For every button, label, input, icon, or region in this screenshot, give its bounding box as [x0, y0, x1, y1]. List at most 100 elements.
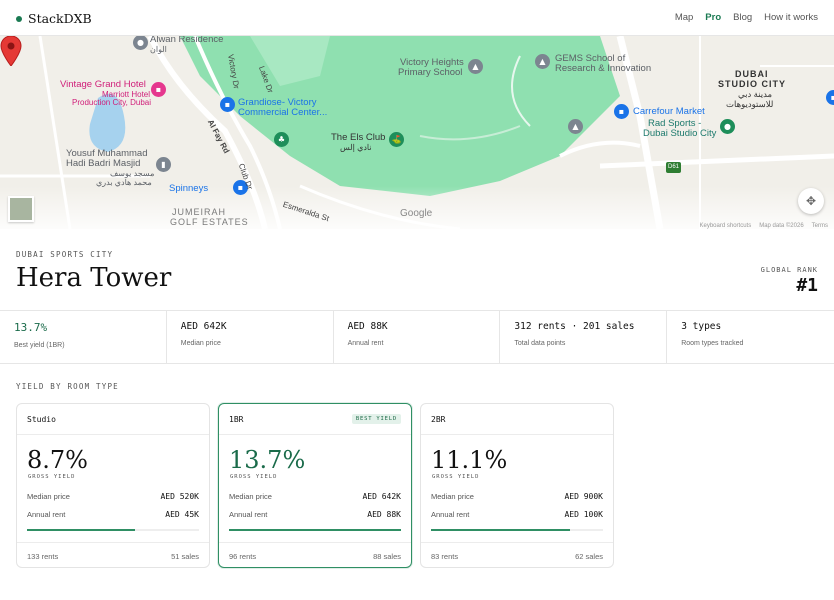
map-label-els-club-ar: نادي إلس: [340, 143, 372, 152]
rad-sports-pin-icon[interactable]: ●: [720, 119, 735, 134]
annual-rent-label: Annual rent: [27, 510, 66, 519]
room-type-label: 2BR: [431, 415, 446, 424]
annual-rent-row: Annual rent AED 45K: [27, 510, 199, 519]
carrefour-pin-icon[interactable]: ▪: [614, 104, 629, 119]
sales-count: 62 sales: [575, 552, 603, 561]
map-view[interactable]: ● ▪ ▪ ▲ ▲ ♣ ⛳ ▪ ▲ ● ▮ ▪ ▪ Alwan Residenc…: [0, 36, 834, 229]
page-title: Hera Tower: [16, 263, 172, 293]
brand-name: StackDXB: [28, 11, 92, 26]
stat-room-types: 3 types Room types tracked: [667, 311, 834, 363]
brand-logo[interactable]: StackDXB: [16, 11, 92, 26]
school-pin-2-icon[interactable]: ▲: [568, 119, 583, 134]
card-header: 2BR: [421, 404, 613, 435]
terms-link[interactable]: Terms: [812, 223, 828, 229]
room-type-label: Studio: [27, 415, 56, 424]
median-price-row: Median price AED 520K: [27, 492, 199, 501]
map-label-yousuf-ar-2: محمد هادي بدري: [96, 178, 152, 187]
sales-count: 88 sales: [373, 552, 401, 561]
median-price-value: AED 900K: [564, 492, 603, 501]
median-price-label: Median price: [27, 492, 70, 501]
yield-bar-fill: [431, 529, 571, 531]
stat-label: Best yield (1BR): [14, 342, 65, 349]
card-header: 1BR BEST YIELD: [219, 404, 411, 435]
median-price-value: AED 642K: [362, 492, 401, 501]
annual-rent-value: AED 45K: [165, 510, 199, 519]
gross-yield-value: 13.7%: [229, 446, 306, 474]
stats-strip: 13.7% Best yield (1BR) AED 642K Median p…: [0, 310, 834, 364]
map-label-gems-2: Research & Innovation: [555, 63, 652, 74]
nav-link-map[interactable]: Map: [675, 12, 693, 23]
stat-annual-rent: AED 88K Annual rent: [334, 311, 501, 363]
room-type-cards: Studio 8.7% GROSS YIELD Median price AED…: [16, 403, 614, 568]
card-header: Studio: [17, 404, 209, 435]
keyboard-shortcuts-link[interactable]: Keyboard shortcuts: [700, 223, 752, 229]
map-label-victory-2: Primary School: [398, 67, 463, 78]
property-area: DUBAI SPORTS CITY: [16, 250, 114, 259]
els-club-pin-icon[interactable]: ⛳: [389, 132, 404, 147]
annual-rent-label: Annual rent: [431, 510, 470, 519]
yield-bar-fill: [229, 529, 401, 531]
stat-median-price: AED 642K Median price: [167, 311, 334, 363]
top-navigation-bar: StackDXB Map Pro Blog How it works: [0, 0, 834, 36]
google-logo: Google: [400, 208, 433, 219]
school-pin-icon[interactable]: ▲: [468, 59, 483, 74]
room-card-2br[interactable]: 2BR 11.1% GROSS YIELD Median price AED 9…: [420, 403, 614, 568]
median-price-label: Median price: [431, 492, 474, 501]
map-label-alwan-ar: الوان: [150, 45, 167, 54]
property-location-marker-icon[interactable]: [0, 36, 22, 66]
room-type-label: 1BR: [229, 415, 244, 424]
annual-rent-row: Annual rent AED 100K: [431, 510, 603, 519]
rents-count: 96 rents: [229, 552, 257, 561]
map-pan-control-icon[interactable]: ✥: [798, 188, 824, 214]
yield-bar: [431, 529, 603, 531]
shopping-pin-icon[interactable]: ▪: [220, 97, 235, 112]
hotel-pin-icon[interactable]: ▪: [151, 82, 166, 97]
nav-link-blog[interactable]: Blog: [733, 12, 752, 23]
stat-value: 312 rents · 201 sales: [514, 321, 635, 332]
global-rank-label: GLOBAL RANK: [760, 266, 818, 274]
stat-label: Room types tracked: [681, 340, 744, 347]
map-label-carrefour: Carrefour Market: [633, 106, 705, 117]
stat-value: AED 642K: [180, 321, 227, 332]
yield-bar-fill: [27, 529, 136, 531]
park-pin-icon[interactable]: ♣: [274, 132, 289, 147]
stat-value: 3 types: [681, 321, 722, 332]
gems-school-pin-icon[interactable]: ▲: [535, 54, 550, 69]
map-road-d61-shield: D61: [666, 162, 682, 173]
gross-yield-value: 8.7%: [27, 446, 88, 474]
nav-link-pro[interactable]: Pro: [705, 12, 721, 23]
rents-count: 83 rents: [431, 552, 459, 561]
room-card-1br[interactable]: 1BR BEST YIELD 13.7% GROSS YIELD Median …: [218, 403, 412, 568]
map-label-marriott-2: Production City, Dubai: [72, 98, 151, 107]
gross-yield-value: 11.1%: [431, 446, 508, 474]
room-card-studio[interactable]: Studio 8.7% GROSS YIELD Median price AED…: [16, 403, 210, 568]
stat-best-yield: 13.7% Best yield (1BR): [0, 311, 167, 363]
brand-dot-icon: [16, 15, 22, 22]
stat-label: Total data points: [514, 340, 566, 347]
stat-label: Annual rent: [347, 340, 384, 347]
edge-pin-icon[interactable]: ▪: [826, 90, 834, 105]
yield-bar: [27, 529, 199, 531]
section-heading-yield: YIELD BY ROOM TYPE: [16, 382, 119, 391]
sales-count: 51 sales: [171, 552, 199, 561]
median-price-value: AED 520K: [160, 492, 199, 501]
map-layer-toggle-thumbnail[interactable]: [8, 196, 34, 222]
map-label-grandiose-2: Commercial Center...: [238, 107, 328, 118]
annual-rent-value: AED 88K: [367, 510, 401, 519]
map-data-attribution: Map data ©2026: [759, 223, 804, 229]
gross-yield-label: GROSS YIELD: [432, 474, 480, 480]
annual-rent-label: Annual rent: [229, 510, 268, 519]
median-price-label: Median price: [229, 492, 272, 501]
nav-link-how-it-works[interactable]: How it works: [764, 12, 818, 23]
card-footer: 83 rents 62 sales: [421, 542, 613, 569]
map-label-jumeirah-2: GOLF ESTATES: [170, 217, 249, 227]
mosque-pin-icon[interactable]: ▮: [156, 157, 171, 172]
median-price-row: Median price AED 642K: [229, 492, 401, 501]
global-rank-value: #1: [796, 275, 818, 296]
best-yield-badge: BEST YIELD: [351, 414, 401, 424]
map-label-rad-sports-2: Dubai Studio City: [643, 128, 717, 139]
rents-count: 133 rents: [27, 552, 59, 561]
map-attribution: Keyboard shortcuts Map data ©2026 Terms: [700, 223, 829, 229]
map-label-spinneys: Spinneys: [169, 183, 209, 194]
card-footer: 96 rents 88 sales: [219, 542, 411, 569]
